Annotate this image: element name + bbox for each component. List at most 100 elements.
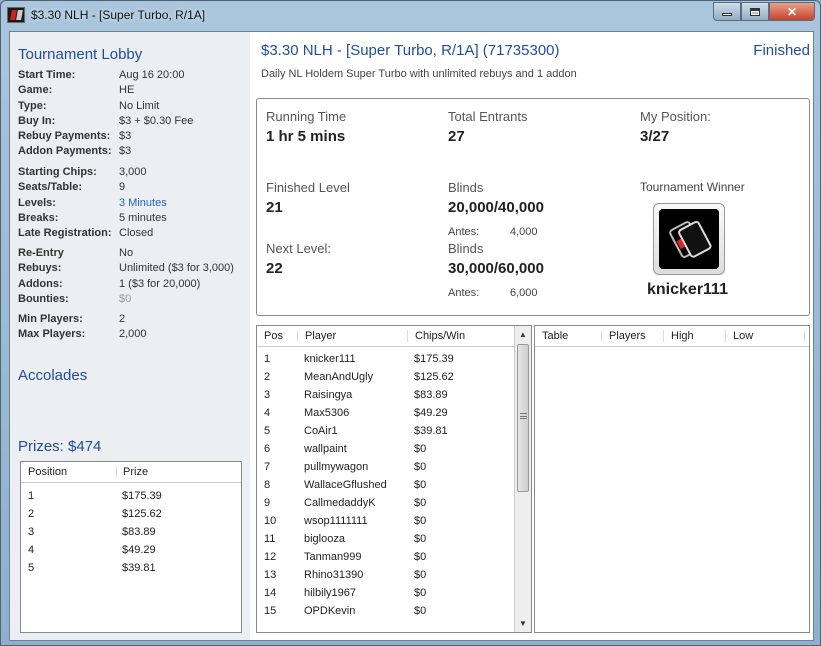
prize-table[interactable]: Position Prize 1 $175.39 2 $125.62 3 $83.89… — [20, 461, 242, 633]
stat-label: Blinds — [448, 180, 484, 195]
table-row[interactable]: 8 WallaceGflushed $0 — [257, 476, 531, 494]
info-value: $0 — [119, 292, 132, 305]
stat-value: 27 — [448, 128, 465, 145]
table-row[interactable]: 9 CallmedaddyK $0 — [257, 494, 531, 512]
table-row[interactable]: 5 $39.81 — [21, 559, 241, 577]
stat-running-time: Running Time 1 hr 5 mins — [266, 109, 346, 145]
table-row[interactable]: 7 pullmywagon $0 — [257, 458, 531, 476]
winner-avatar[interactable] — [653, 203, 725, 275]
player-chips: $0 — [414, 479, 427, 491]
prize-position: 1 — [28, 490, 35, 502]
table-row[interactable]: 14 hilbily1967 $0 — [257, 584, 531, 602]
info-label: Levels: — [18, 196, 56, 209]
players-scrollbar[interactable]: ▲ ▼ — [514, 326, 531, 632]
table-row[interactable]: 15 OPDKevin $0 — [257, 602, 531, 620]
info-row: Levels: 3 Minutes — [18, 197, 248, 212]
player-pos: 14 — [264, 587, 277, 599]
player-pos: 1 — [264, 353, 271, 365]
stat-label: Running Time — [266, 109, 347, 124]
player-name: Raisingya — [304, 389, 353, 401]
players-table[interactable]: Pos Player Chips/Win 1 knicker111 $175.39 … — [256, 325, 532, 633]
prize-position: 2 — [28, 508, 35, 520]
stat-label: Next Level: — [266, 241, 332, 256]
scroll-down-icon[interactable]: ▼ — [515, 615, 531, 632]
player-name: Rhino31390 — [304, 569, 364, 581]
table-row[interactable]: 10 wsop1111111 $0 — [257, 512, 531, 530]
table-row[interactable]: 4 $49.29 — [21, 541, 241, 559]
prize-amount: $49.29 — [122, 544, 156, 556]
table-row[interactable]: 3 $83.89 — [21, 523, 241, 541]
player-chips: $0 — [414, 515, 427, 527]
winner-label: Tournament Winner — [640, 180, 745, 194]
minimize-button[interactable] — [713, 2, 741, 21]
table-row[interactable]: 4 Max5306 $49.29 — [257, 404, 531, 422]
table-row[interactable]: 11 biglooza $0 — [257, 530, 531, 548]
table-row[interactable]: 2 $125.62 — [21, 505, 241, 523]
info-label: Start Time: — [18, 69, 76, 81]
prize-position: 5 — [28, 562, 35, 574]
scrollbar-thumb[interactable] — [517, 344, 529, 492]
info-value: 2 — [119, 313, 126, 325]
prize-amount: $125.62 — [122, 508, 162, 520]
info-value: 1 ($3 for 20,000) — [119, 277, 201, 290]
info-row: Addon Payments: $3 — [18, 145, 248, 160]
info-value: $3 + $0.30 Fee — [119, 114, 194, 127]
player-name: CoAir1 — [304, 425, 338, 437]
column-header-pos[interactable]: Pos — [257, 330, 297, 342]
info-row: Starting Chips: 3,000 — [18, 166, 248, 181]
title-bar[interactable]: $3.30 NLH - [Super Turbo, R/1A] ✕ — [1, 1, 820, 31]
tournament-name: $3.30 NLH - [Super Turbo, R/1A] (7173530… — [261, 42, 560, 59]
info-value: No Limit — [119, 99, 160, 112]
info-label: Game: — [18, 84, 53, 97]
scroll-up-icon[interactable]: ▲ — [515, 326, 531, 343]
player-name: knicker111 — [304, 353, 356, 365]
table-row[interactable]: 2 MeanAndUgly $125.62 — [257, 368, 531, 386]
table-row[interactable]: 12 Tanman999 $0 — [257, 548, 531, 566]
player-chips: $175.39 — [414, 353, 454, 365]
players-table-header: Pos Player Chips/Win — [257, 326, 531, 347]
stat-value: 30,000/60,000 — [448, 260, 544, 277]
levels-link[interactable]: 3 Minutes — [119, 197, 167, 212]
player-name: OPDKevin — [304, 605, 356, 617]
table-row[interactable]: 13 Rhino31390 $0 — [257, 566, 531, 584]
window-title: $3.30 NLH - [Super Turbo, R/1A] — [31, 8, 206, 22]
column-header-prize[interactable]: Prize — [116, 466, 148, 478]
lobby-title: Tournament Lobby — [18, 46, 143, 63]
player-chips: $0 — [414, 569, 427, 581]
tables-list[interactable]: Table Players High Low — [534, 325, 810, 633]
table-row[interactable]: 6 wallpaint $0 — [257, 440, 531, 458]
maximize-button[interactable] — [741, 2, 769, 21]
stat-value: 6,000 — [510, 287, 538, 299]
player-chips: $39.81 — [414, 425, 448, 437]
info-row: Addons: 1 ($3 for 20,000) — [18, 278, 248, 293]
column-header-chips[interactable]: Chips/Win — [407, 330, 515, 342]
info-label: Rebuy Payments: — [18, 130, 111, 143]
close-button[interactable]: ✕ — [769, 2, 815, 21]
info-label: Addon Payments: — [18, 145, 112, 158]
table-row[interactable]: 1 knicker111 $175.39 — [257, 350, 531, 368]
player-name: CallmedaddyK — [304, 497, 376, 509]
column-header-table[interactable]: Table — [535, 330, 601, 342]
stat-value: 20,000/40,000 — [448, 199, 544, 216]
column-header-high[interactable]: High — [663, 330, 725, 342]
table-row[interactable]: 5 CoAir1 $39.81 — [257, 422, 531, 440]
info-label: Seats/Table: — [18, 181, 82, 194]
column-header-position[interactable]: Position — [21, 466, 116, 478]
player-chips: $0 — [414, 461, 427, 473]
table-row[interactable]: 3 Raisingya $83.89 — [257, 386, 531, 404]
prize-amount: $83.89 — [122, 526, 156, 538]
player-chips: $125.62 — [414, 371, 454, 383]
info-label: Re-Entry — [18, 247, 64, 259]
info-label: Min Players: — [18, 313, 83, 325]
table-row[interactable]: 1 $175.39 — [21, 487, 241, 505]
prize-amount: $39.81 — [122, 562, 156, 574]
column-header-players[interactable]: Players — [601, 330, 663, 342]
column-header-low[interactable]: Low — [725, 330, 805, 342]
player-pos: 15 — [264, 605, 277, 617]
stat-antes: Antes: 4,000 — [448, 226, 538, 238]
info-value: No — [119, 247, 134, 259]
player-chips: $0 — [414, 587, 427, 599]
column-header-player[interactable]: Player — [297, 330, 407, 342]
maximize-icon — [750, 7, 760, 16]
player-pos: 8 — [264, 479, 271, 491]
